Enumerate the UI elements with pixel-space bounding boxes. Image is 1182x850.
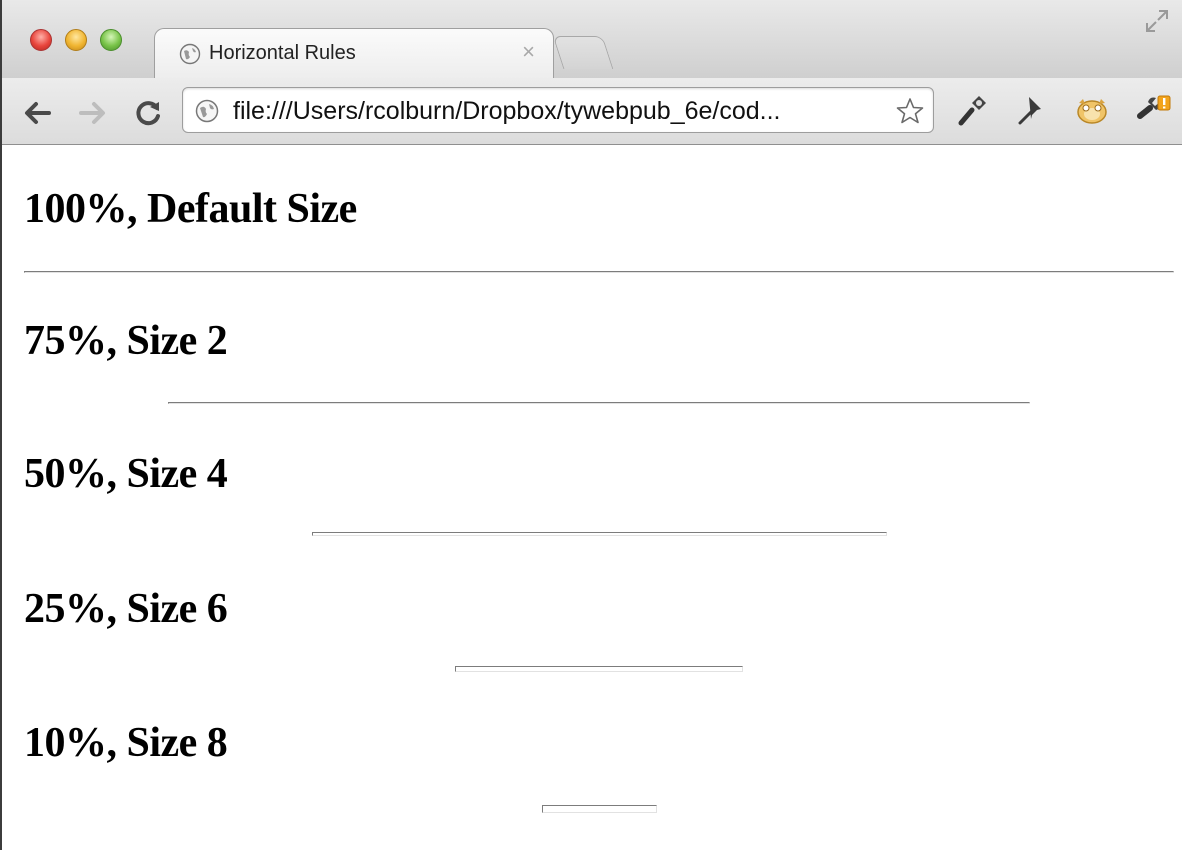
heading-rule-1: 100%, Default Size [24, 186, 357, 232]
address-bar[interactable]: file:///Users/rcolburn/Dropbox/tywebpub_… [182, 87, 934, 133]
settings-wrench-icon[interactable] [1136, 92, 1172, 128]
horizontal-rule-2 [167, 402, 1031, 404]
forward-button[interactable] [76, 96, 110, 130]
fullscreen-icon[interactable] [1144, 8, 1170, 34]
globe-icon [195, 99, 219, 123]
heading-rule-5: 10%, Size 8 [24, 720, 228, 766]
browser-toolbar: file:///Users/rcolburn/Dropbox/tywebpub_… [2, 78, 1182, 145]
tab-title: Horizontal Rules [209, 42, 356, 64]
globe-icon [179, 43, 201, 65]
close-icon[interactable]: × [522, 39, 535, 64]
heading-rule-4: 25%, Size 6 [24, 586, 228, 632]
reload-icon [136, 101, 160, 126]
owl-extension-icon[interactable] [1074, 92, 1110, 128]
tab-horizontal-rules[interactable]: Horizontal Rules × [154, 28, 554, 79]
page-content: 100%, Default Size 75%, Size 2 50%, Size… [4, 145, 1182, 850]
close-window-button[interactable] [30, 29, 52, 51]
new-tab-button[interactable] [552, 36, 614, 69]
horizontal-rule-3 [311, 532, 887, 536]
horizontal-rule-5 [541, 805, 657, 813]
forward-arrow-icon [79, 102, 105, 124]
zoom-window-button[interactable] [100, 29, 122, 51]
pin-icon[interactable] [1014, 92, 1050, 128]
tab-strip: Horizontal Rules × [2, 0, 1182, 79]
bookmark-star-icon[interactable] [895, 96, 925, 126]
reload-button[interactable] [132, 96, 166, 130]
browser-window: Horizontal Rules × file:///Users/rcolbur… [0, 0, 1182, 850]
heading-rule-3: 50%, Size 4 [24, 451, 228, 497]
heading-rule-2: 75%, Size 2 [24, 318, 228, 364]
wrench-extension-icon[interactable] [954, 92, 990, 128]
back-arrow-icon [25, 102, 51, 124]
back-button[interactable] [20, 96, 54, 130]
horizontal-rule-4 [455, 666, 743, 672]
url-text[interactable]: file:///Users/rcolburn/Dropbox/tywebpub_… [233, 97, 883, 126]
horizontal-rule-1 [24, 271, 1174, 273]
minimize-window-button[interactable] [65, 29, 87, 51]
